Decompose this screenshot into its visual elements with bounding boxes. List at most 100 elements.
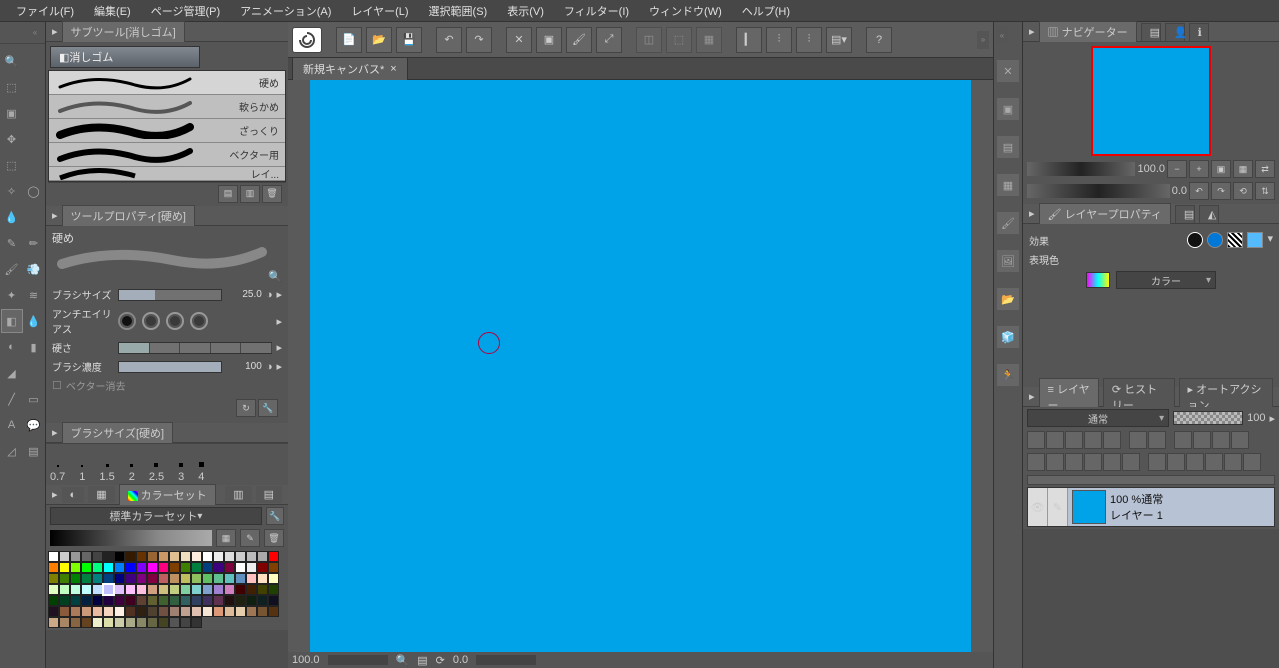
- color-swatch[interactable]: [180, 606, 191, 617]
- color-swatch[interactable]: [103, 617, 114, 628]
- snap2-icon[interactable]: ⫶: [766, 27, 792, 53]
- color-swatch[interactable]: [92, 617, 103, 628]
- color-swatch[interactable]: [235, 595, 246, 606]
- color-swatch[interactable]: [191, 595, 202, 606]
- effect-layercolor-icon[interactable]: [1247, 232, 1263, 248]
- color-swatch[interactable]: [103, 595, 114, 606]
- expr-mode-combo[interactable]: カラー: [1116, 271, 1216, 289]
- menu-animation[interactable]: アニメーション(A): [230, 0, 341, 22]
- rotate-reset-icon[interactable]: ⟲: [1233, 182, 1253, 200]
- colorset-tabmini4[interactable]: ▤: [256, 486, 282, 503]
- layer-strip-track[interactable]: [1027, 475, 1275, 485]
- colorset-add-icon[interactable]: ▦: [216, 529, 236, 547]
- color-swatch[interactable]: [180, 584, 191, 595]
- strip-icon-6[interactable]: 🖼: [997, 250, 1019, 272]
- color-swatch[interactable]: [213, 562, 224, 573]
- color-swatch[interactable]: [125, 551, 136, 562]
- color-swatch[interactable]: [114, 584, 125, 595]
- color-swatch[interactable]: [59, 584, 70, 595]
- color-swatch[interactable]: [224, 606, 235, 617]
- color-swatch[interactable]: [180, 573, 191, 584]
- color-swatch[interactable]: [224, 562, 235, 573]
- tool-magnifier[interactable]: 🔍: [1, 49, 23, 73]
- color-swatch[interactable]: [48, 573, 59, 584]
- color-swatch[interactable]: [191, 617, 202, 628]
- prop-reset-icon[interactable]: ↻: [236, 399, 256, 417]
- color-swatch[interactable]: [92, 595, 103, 606]
- subtool-item-vector[interactable]: ベクター用: [49, 143, 285, 167]
- lj-7[interactable]: [1148, 453, 1166, 471]
- color-swatch[interactable]: [213, 606, 224, 617]
- navigator-tab[interactable]: ▥ ナビゲーター: [1039, 21, 1137, 42]
- collapse-quick-icon[interactable]: «: [996, 26, 1008, 44]
- color-swatch[interactable]: [257, 606, 268, 617]
- angle-ramp[interactable]: [1027, 184, 1170, 198]
- delete-icon[interactable]: ✕: [506, 27, 532, 53]
- color-swatch[interactable]: [257, 595, 268, 606]
- zoom-ramp[interactable]: [1027, 162, 1135, 176]
- color-swatch[interactable]: [147, 595, 158, 606]
- lp-tab3[interactable]: ◭: [1199, 205, 1219, 223]
- aa-option-1[interactable]: [118, 312, 136, 330]
- menu-help[interactable]: ヘルプ(H): [732, 0, 800, 22]
- color-swatch[interactable]: [235, 573, 246, 584]
- aa-options[interactable]: [118, 312, 208, 330]
- tool-fill[interactable]: ▮: [23, 335, 45, 359]
- brushsize-tab[interactable]: ブラシサイズ[硬め]: [62, 422, 174, 443]
- color-swatch[interactable]: [103, 584, 114, 595]
- color-swatch[interactable]: [235, 562, 246, 573]
- menu-view[interactable]: 表示(V): [497, 0, 554, 22]
- color-swatch[interactable]: [191, 573, 202, 584]
- color-swatch[interactable]: [224, 573, 235, 584]
- lj-11[interactable]: [1224, 453, 1242, 471]
- menu-filter[interactable]: フィルター(I): [554, 0, 639, 22]
- quickaccess-icon[interactable]: [292, 27, 322, 53]
- color-swatch[interactable]: [213, 584, 224, 595]
- color-swatch[interactable]: [81, 595, 92, 606]
- lj-4[interactable]: [1084, 453, 1102, 471]
- color-swatch[interactable]: [125, 606, 136, 617]
- lj-12[interactable]: [1243, 453, 1261, 471]
- zoom-fit-icon[interactable]: ▣: [1211, 160, 1231, 178]
- color-swatch[interactable]: [81, 606, 92, 617]
- menu-layer[interactable]: レイヤー(L): [341, 0, 418, 22]
- li-8[interactable]: [1174, 431, 1192, 449]
- color-swatch[interactable]: [70, 584, 81, 595]
- color-swatch[interactable]: [114, 617, 125, 628]
- color-swatch[interactable]: [158, 562, 169, 573]
- tool-eraser[interactable]: ◧: [1, 309, 23, 333]
- color-swatch[interactable]: [257, 551, 268, 562]
- subtool-item-hard[interactable]: 硬め: [49, 71, 285, 95]
- li-11[interactable]: [1231, 431, 1249, 449]
- menu-selection[interactable]: 選択範囲(S): [419, 0, 498, 22]
- color-swatch[interactable]: [70, 595, 81, 606]
- brushsize-slider[interactable]: [118, 289, 222, 301]
- magnify-icon[interactable]: 🔍: [268, 271, 282, 283]
- color-swatch[interactable]: [114, 573, 125, 584]
- color-swatch[interactable]: [235, 551, 246, 562]
- blendmode-combo[interactable]: 通常: [1027, 409, 1169, 427]
- nav-tab2[interactable]: ▤: [1141, 23, 1161, 41]
- color-swatch[interactable]: [92, 551, 103, 562]
- li-4[interactable]: [1084, 431, 1102, 449]
- color-swatch[interactable]: [246, 551, 257, 562]
- color-swatch[interactable]: [125, 562, 136, 573]
- color-swatch[interactable]: [125, 595, 136, 606]
- color-swatch[interactable]: [268, 595, 279, 606]
- color-swatch[interactable]: [224, 595, 235, 606]
- color-swatch[interactable]: [81, 584, 92, 595]
- li-6[interactable]: [1129, 431, 1147, 449]
- tool-blur[interactable]: ◐: [1, 335, 23, 359]
- lj-3[interactable]: [1065, 453, 1083, 471]
- tool-ruler[interactable]: ◿: [1, 439, 23, 463]
- lj-1[interactable]: [1027, 453, 1045, 471]
- tool-text[interactable]: A: [1, 413, 23, 437]
- menu-page[interactable]: ページ管理(P): [141, 0, 230, 22]
- subtool-dup-icon[interactable]: ▥: [240, 185, 260, 203]
- effect-border-icon[interactable]: [1187, 232, 1203, 248]
- navigator-thumbnail[interactable]: [1091, 46, 1211, 156]
- colorset-selector[interactable]: 標準カラーセット ▾: [50, 507, 262, 525]
- hardness-slider[interactable]: [118, 342, 272, 354]
- color-swatch[interactable]: [158, 617, 169, 628]
- color-swatch[interactable]: [169, 562, 180, 573]
